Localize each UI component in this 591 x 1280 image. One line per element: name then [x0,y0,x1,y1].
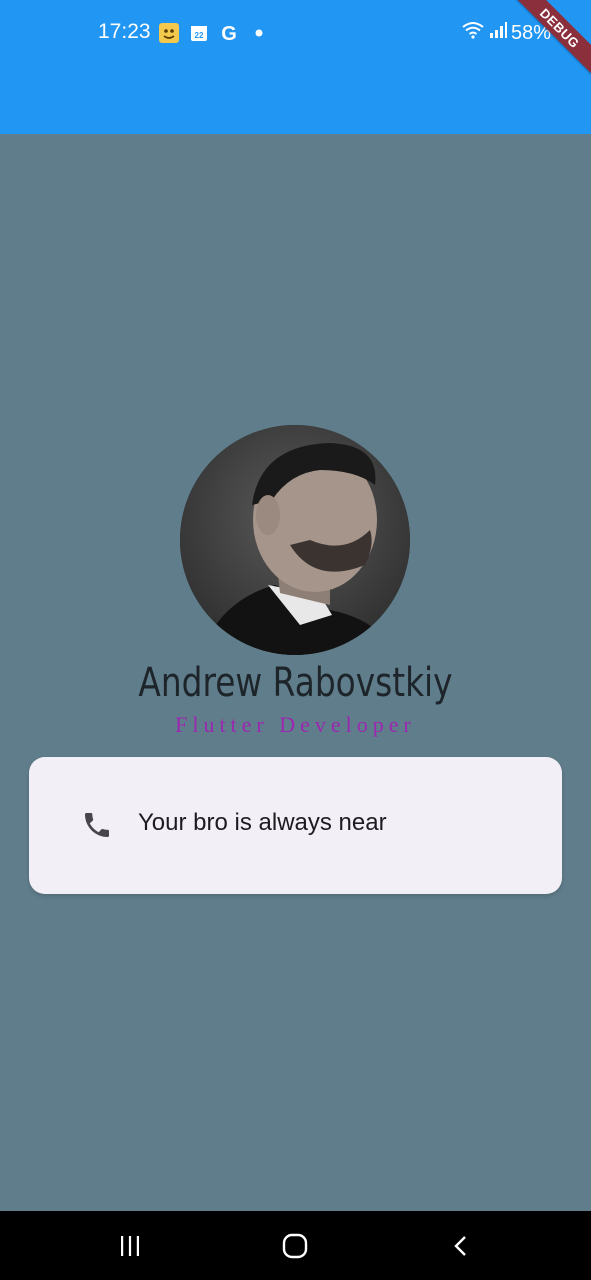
dot-icon [248,22,270,44]
wifi-icon [461,20,485,46]
back-icon[interactable] [443,1228,479,1264]
home-icon[interactable] [277,1228,313,1264]
contact-text: Your bro is always near [138,809,387,836]
profile-name: Andrew Rabovstkiy [138,660,453,706]
emoji-sticker-icon [158,22,180,44]
signal-icon [489,21,507,45]
svg-text:22: 22 [195,31,204,40]
calendar-icon: 22 [188,22,210,44]
profile-title: Flutter Developer [175,712,416,737]
google-icon: G [218,22,240,44]
contact-card[interactable]: Your bro is always near [29,757,562,894]
svg-text:G: G [221,23,237,44]
system-status: 58% [461,20,551,46]
status-time: 17:23 [98,20,151,43]
app-screen: 17:23 22 G 58% DEBUG Andrew Rabovstkiy F… [0,0,591,1280]
phone-icon [81,809,113,841]
profile-avatar [180,425,410,655]
notification-icons: 22 G [158,22,270,44]
app-bar: 17:23 22 G 58% DEBUG [0,0,591,134]
system-nav-bar [0,1211,591,1280]
recent-apps-icon[interactable] [112,1228,148,1264]
